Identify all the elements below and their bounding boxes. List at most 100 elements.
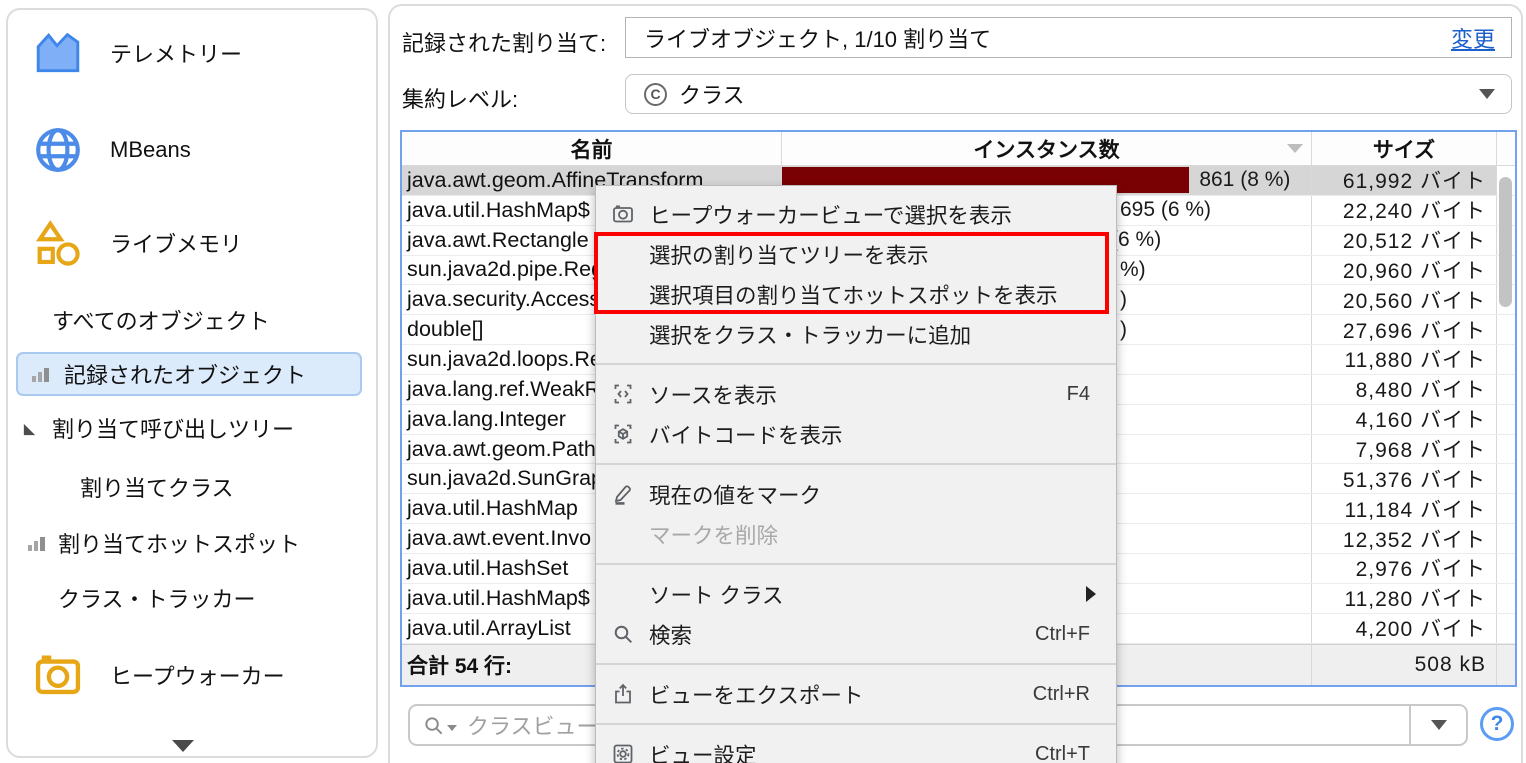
sidebar-item-label: すべてのオブジェクト [52, 309, 270, 334]
sidebar-item-mbeans[interactable]: MBeans [32, 114, 191, 186]
sidebar-item-all-objects[interactable]: すべてのオブジェクト [52, 302, 270, 338]
menu-item-find[interactable]: 検索 Ctrl+F [596, 614, 1116, 654]
column-header-instance-count[interactable]: インスタンス数 [782, 132, 1312, 165]
bar-chart-icon [30, 364, 52, 384]
sidebar-item-label: 割り当て呼び出しツリー [52, 417, 295, 442]
size-cell: 4,200 バイト [1312, 613, 1497, 643]
sidebar-item-class-tracker[interactable]: クラス・トラッカー [58, 580, 256, 616]
menu-item-icon-spacer [609, 321, 636, 347]
size-cell: 51,376 バイト [1312, 464, 1497, 494]
sidebar-item-telemetry[interactable]: テレメトリー [32, 17, 242, 89]
filter-dropdown-button[interactable] [1409, 706, 1466, 744]
size-cell: 11,184 バイト [1312, 494, 1497, 524]
sidebar-item-label: テレメトリー [110, 42, 243, 67]
size-cell: 4,160 バイト [1312, 404, 1497, 434]
size-cell: 2,976 バイト [1312, 553, 1497, 583]
export-icon [609, 681, 636, 707]
menu-separator [596, 723, 1116, 725]
recorded-allocations-value: ライブオブジェクト, 1/10 割り当て [644, 26, 992, 52]
column-header-name[interactable]: 名前 [402, 132, 782, 165]
sidebar-item-label: 記録されたオブジェクト [64, 363, 307, 388]
menu-item-shortcut: F4 [1066, 382, 1090, 405]
menu-separator [596, 463, 1116, 465]
menu-item-mark-current-values[interactable]: 現在の値をマーク [596, 474, 1116, 514]
menu-item-shortcut: Ctrl+R [1032, 682, 1090, 705]
camera-icon [32, 649, 84, 701]
aggregation-level-dropdown[interactable]: C クラス [625, 74, 1512, 114]
instance-count-value: ) [1119, 317, 1127, 341]
instance-count-value: 695 (6 %) [1119, 198, 1212, 222]
sidebar-item-heap-walker[interactable]: ヒープウォーカー [32, 639, 285, 711]
menu-item-add-selection-to-class-tracker[interactable]: 選択をクラス・トラッカーに追加 [596, 314, 1116, 354]
live-memory-icon [32, 217, 84, 269]
size-cell: 20,512 バイト [1312, 225, 1497, 255]
menu-item-label: バイトコードを表示 [649, 423, 843, 448]
menu-item-label: ビュー設定 [649, 743, 757, 763]
sidebar-item-label: ライブメモリ [110, 232, 243, 257]
change-link[interactable]: 変更 [1451, 22, 1495, 54]
sidebar-item-live-memory[interactable]: ライブメモリ [32, 207, 242, 279]
menu-item-label: 選択をクラス・トラッカーに追加 [649, 323, 972, 348]
size-cell: 27,696 バイト [1312, 315, 1497, 345]
jprofiler-live-memory-view: テレメトリー MBeans ライブメモリ すべてのオブジェクト 記録されたオブジ… [0, 0, 1526, 763]
menu-separator [596, 563, 1116, 565]
sidebar-item-allocation-call-tree[interactable]: 割り当て呼び出しツリー [20, 410, 294, 446]
filter-options-arrow-icon [447, 725, 457, 731]
filter-placeholder: クラスビュー [467, 714, 599, 739]
menu-item-label: ソースを表示 [649, 383, 777, 408]
size-cell: 11,280 バイト [1312, 583, 1497, 613]
sidebar-item-recorded-objects[interactable]: 記録されたオブジェクト [16, 352, 362, 396]
size-cell: 22,240 バイト [1312, 195, 1497, 225]
menu-item-label: マークを削除 [649, 523, 779, 548]
menu-item-label: ソート クラス [649, 583, 784, 608]
aggregation-level-value: クラス [679, 83, 745, 108]
highlight-box [594, 232, 1109, 314]
menu-item-label: 検索 [649, 623, 693, 648]
size-cell: 8,480 バイト [1312, 374, 1497, 404]
marker-icon [609, 481, 636, 507]
menu-item-show-bytecode[interactable]: バイトコードを表示 [596, 414, 1116, 454]
menu-item-view-settings[interactable]: ビュー設定 Ctrl+T [596, 734, 1116, 763]
globe-icon [32, 124, 84, 176]
menu-item-remove-mark: マークを削除 [596, 514, 1116, 554]
sidebar-item-label: MBeans [110, 137, 191, 162]
class-aggregation-icon: C [644, 82, 667, 106]
sidebar-item-label: ヒープウォーカー [110, 664, 285, 689]
menu-separator [596, 363, 1116, 365]
sidebar-item-allocation-hotspots[interactable]: 割り当てホットスポット [26, 525, 300, 561]
menu-item-show-selection-in-heap-walker[interactable]: ヒープウォーカービューで選択を表示 [596, 194, 1116, 234]
help-icon[interactable]: ? [1480, 707, 1514, 741]
sort-descending-icon [1287, 144, 1303, 153]
sidebar-item-label: 割り当てホットスポット [58, 532, 301, 557]
size-cell: 12,352 バイト [1312, 524, 1497, 553]
instance-count-value: %) [1119, 257, 1146, 281]
source-icon [609, 381, 636, 407]
menu-item-show-source[interactable]: ソースを表示 F4 [596, 374, 1116, 414]
sidebar-scroll-down-icon[interactable] [172, 740, 194, 752]
size-cell: 20,560 バイト [1312, 285, 1497, 315]
chevron-down-icon [1479, 89, 1495, 99]
menu-item-label: ビューをエクスポート [649, 683, 864, 708]
menu-camera-icon [609, 201, 636, 227]
menu-item-shortcut: Ctrl+T [1035, 742, 1090, 763]
recorded-allocations-field[interactable]: ライブオブジェクト, 1/10 割り当て 変更 [625, 17, 1512, 58]
submenu-arrow-icon [1086, 586, 1096, 602]
column-header-size[interactable]: サイズ [1312, 132, 1497, 165]
menu-item-shortcut: Ctrl+F [1035, 622, 1090, 645]
menu-item-label: 現在の値をマーク [649, 483, 822, 508]
sidebar-item-allocation-classes[interactable]: 割り当てクラス [80, 469, 234, 505]
recorded-allocations-label: 記録された割り当て: [402, 31, 607, 56]
chevron-down-icon [1430, 720, 1447, 730]
context-menu: ヒープウォーカービューで選択を表示 選択の割り当てツリーを表示 選択項目の割り当てホ… [594, 185, 1117, 763]
size-cell: 61,992 バイト [1312, 166, 1497, 195]
sidebar-item-label: クラス・トラッカー [58, 587, 256, 612]
menu-item-icon-spacer [609, 581, 636, 607]
menu-item-export-view[interactable]: ビューをエクスポート Ctrl+R [596, 674, 1116, 714]
size-cell: 11,880 バイト [1312, 345, 1497, 374]
total-size-value: 508 kB [1312, 645, 1497, 685]
sidebar-item-label: 割り当てクラス [80, 476, 234, 501]
vertical-scrollbar-thumb[interactable] [1499, 177, 1512, 307]
menu-item-icon-spacer [609, 521, 636, 547]
table-header: 名前 インスタンス数 サイズ [402, 132, 1515, 166]
menu-item-sort-classes[interactable]: ソート クラス [596, 574, 1116, 614]
